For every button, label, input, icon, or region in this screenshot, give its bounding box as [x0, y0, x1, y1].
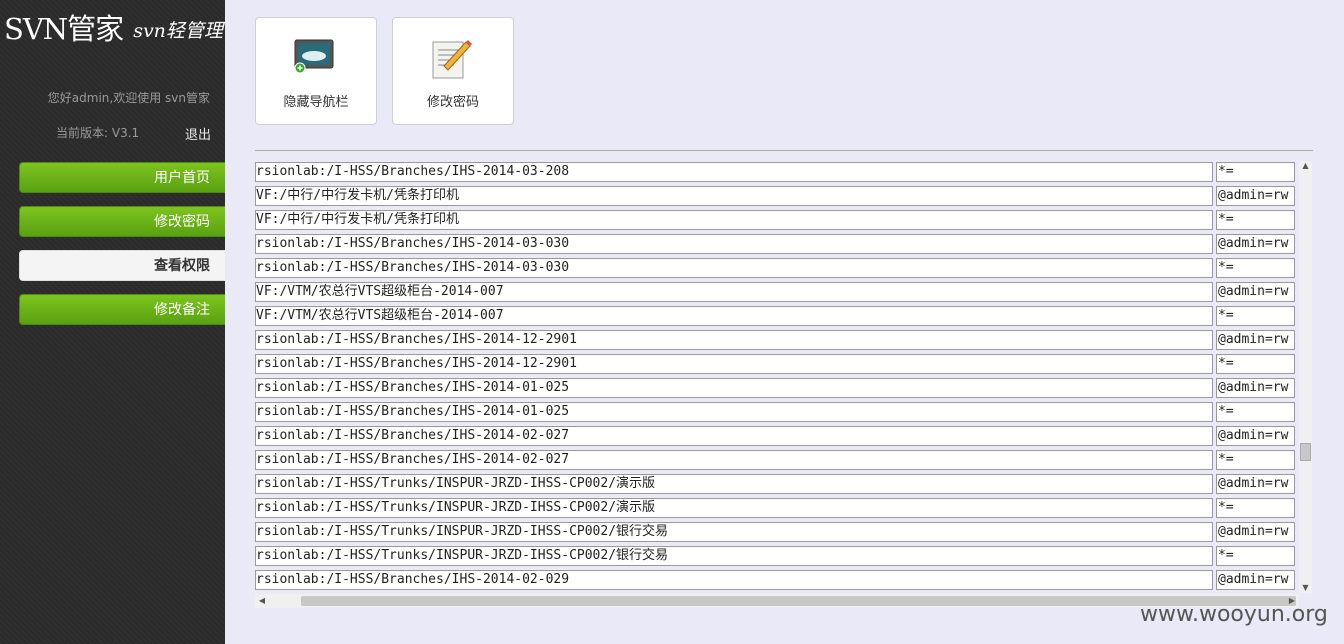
repo-path-field[interactable]: rsionlab:/I-HSS/Branches/IHS-2014-03-030	[255, 258, 1213, 278]
table-row: VF:/VTM/农总行VTS超级柜台-2014-007 @admin=rw	[255, 281, 1295, 305]
permission-field[interactable]: @admin=rw	[1216, 282, 1295, 302]
repo-path-field[interactable]: VF:/中行/中行发卡机/凭条打印机	[255, 210, 1213, 230]
sidebar: SVN管家 svn轻管理 您好admin,欢迎使用 svn管家 当前版本: V3.…	[0, 0, 225, 644]
scroll-up-arrow-icon[interactable]: ▲	[1300, 161, 1311, 171]
version-label: 当前版本: V3.1	[56, 126, 140, 140]
repo-path-field[interactable]: rsionlab:/I-HSS/Branches/IHS-2014-02-027	[255, 450, 1213, 470]
permission-field[interactable]: @admin=rw	[1216, 330, 1295, 350]
table-row: rsionlab:/I-HSS/Branches/IHS-2014-02-029…	[255, 569, 1295, 593]
logo-tagline: svn轻管理	[133, 20, 223, 42]
nav-user-home[interactable]: 用户首页	[19, 162, 225, 193]
repo-path-field[interactable]: rsionlab:/I-HSS/Trunks/INSPUR-JRZD-IHSS-…	[255, 546, 1213, 566]
permission-field[interactable]: *=	[1216, 402, 1295, 422]
nav-view-permissions[interactable]: 查看权限	[19, 250, 225, 281]
table-row: VF:/VTM/农总行VTS超级柜台-2014-007 *=	[255, 305, 1295, 329]
permission-field[interactable]: *=	[1216, 162, 1295, 182]
nav-change-password[interactable]: 修改密码	[19, 206, 225, 237]
table-row: rsionlab:/I-HSS/Branches/IHS-2014-03-030…	[255, 257, 1295, 281]
table-row: rsionlab:/I-HSS/Trunks/INSPUR-JRZD-IHSS-…	[255, 545, 1295, 569]
permission-field[interactable]: *=	[1216, 210, 1295, 230]
change-password-button[interactable]: 修改密码	[392, 17, 514, 125]
permission-field[interactable]: @admin=rw	[1216, 186, 1295, 206]
permission-field[interactable]: @admin=rw	[1216, 570, 1295, 590]
table-row: rsionlab:/I-HSS/Trunks/INSPUR-JRZD-IHSS-…	[255, 473, 1295, 497]
table-row: rsionlab:/I-HSS/Branches/IHS-2014-01-025…	[255, 377, 1295, 401]
permission-field[interactable]: *=	[1216, 498, 1295, 518]
permission-field[interactable]: *=	[1216, 546, 1295, 566]
edit-document-icon	[432, 40, 472, 79]
repo-path-field[interactable]: VF:/VTM/农总行VTS超级柜台-2014-007	[255, 282, 1213, 302]
permissions-table: rsionlab:/I-HSS/Branches/IHS-2014-03-208…	[255, 161, 1295, 593]
change-password-label: 修改密码	[426, 95, 479, 110]
repo-path-field[interactable]: rsionlab:/I-HSS/Branches/IHS-2014-12-290…	[255, 354, 1213, 374]
permission-field[interactable]: *=	[1216, 258, 1295, 278]
permission-field[interactable]: *=	[1216, 306, 1295, 326]
repo-path-field[interactable]: rsionlab:/I-HSS/Branches/IHS-2014-02-029	[255, 570, 1213, 590]
vertical-scroll-thumb[interactable]	[1300, 443, 1311, 461]
repo-path-field[interactable]: VF:/VTM/农总行VTS超级柜台-2014-007	[255, 306, 1213, 326]
repo-path-field[interactable]: rsionlab:/I-HSS/Trunks/INSPUR-JRZD-IHSS-…	[255, 498, 1213, 518]
repo-path-field[interactable]: rsionlab:/I-HSS/Trunks/INSPUR-JRZD-IHSS-…	[255, 522, 1213, 542]
app-logo: SVN管家 svn轻管理	[4, 6, 223, 48]
permission-field[interactable]: *=	[1216, 354, 1295, 374]
permission-field[interactable]: @admin=rw	[1216, 426, 1295, 446]
hide-nav-label: 隐藏导航栏	[283, 95, 349, 110]
repo-path-field[interactable]: rsionlab:/I-HSS/Branches/IHS-2014-01-025	[255, 402, 1213, 422]
permission-field[interactable]: @admin=rw	[1216, 522, 1295, 542]
permission-field[interactable]: @admin=rw	[1216, 234, 1295, 254]
scroll-down-arrow-icon[interactable]: ▼	[1300, 583, 1311, 593]
repo-path-field[interactable]: rsionlab:/I-HSS/Branches/IHS-2014-02-027	[255, 426, 1213, 446]
repo-path-field[interactable]: rsionlab:/I-HSS/Branches/IHS-2014-12-290…	[255, 330, 1213, 350]
repo-path-field[interactable]: rsionlab:/I-HSS/Branches/IHS-2014-03-208	[255, 162, 1213, 182]
screen-image-icon	[294, 39, 334, 74]
table-row: VF:/中行/中行发卡机/凭条打印机 *=	[255, 209, 1295, 233]
permission-field[interactable]: @admin=rw	[1216, 378, 1295, 398]
permission-field[interactable]: @admin=rw	[1216, 474, 1295, 494]
table-row: rsionlab:/I-HSS/Branches/IHS-2014-02-027…	[255, 449, 1295, 473]
repo-path-field[interactable]: rsionlab:/I-HSS/Branches/IHS-2014-03-030	[255, 234, 1213, 254]
permissions-panel: rsionlab:/I-HSS/Branches/IHS-2014-03-208…	[255, 150, 1313, 609]
table-row: rsionlab:/I-HSS/Trunks/INSPUR-JRZD-IHSS-…	[255, 497, 1295, 521]
vertical-scrollbar[interactable]: ▲ ▼	[1299, 161, 1312, 593]
table-row: rsionlab:/I-HSS/Branches/IHS-2014-03-208…	[255, 161, 1295, 185]
logo-text: SVN管家	[4, 12, 124, 46]
welcome-text: 您好admin,欢迎使用 svn管家	[47, 91, 210, 105]
scroll-left-arrow-icon[interactable]: ◀	[257, 596, 267, 606]
table-row: rsionlab:/I-HSS/Trunks/INSPUR-JRZD-IHSS-…	[255, 521, 1295, 545]
repo-path-field[interactable]: VF:/中行/中行发卡机/凭条打印机	[255, 186, 1213, 206]
table-row: VF:/中行/中行发卡机/凭条打印机 @admin=rw	[255, 185, 1295, 209]
repo-path-field[interactable]: rsionlab:/I-HSS/Trunks/INSPUR-JRZD-IHSS-…	[255, 474, 1213, 494]
table-row: rsionlab:/I-HSS/Branches/IHS-2014-12-290…	[255, 329, 1295, 353]
table-row: rsionlab:/I-HSS/Branches/IHS-2014-01-025…	[255, 401, 1295, 425]
repo-path-field[interactable]: rsionlab:/I-HSS/Branches/IHS-2014-01-025	[255, 378, 1213, 398]
logout-link[interactable]: 退出	[185, 124, 211, 143]
permission-field[interactable]: *=	[1216, 450, 1295, 470]
table-row: rsionlab:/I-HSS/Branches/IHS-2014-12-290…	[255, 353, 1295, 377]
watermark: www.wooyun.org	[1140, 602, 1328, 627]
table-row: rsionlab:/I-HSS/Branches/IHS-2014-03-030…	[255, 233, 1295, 257]
hide-nav-button[interactable]: 隐藏导航栏	[255, 17, 377, 125]
table-row: rsionlab:/I-HSS/Branches/IHS-2014-02-027…	[255, 425, 1295, 449]
nav-edit-notes[interactable]: 修改备注	[19, 294, 225, 325]
